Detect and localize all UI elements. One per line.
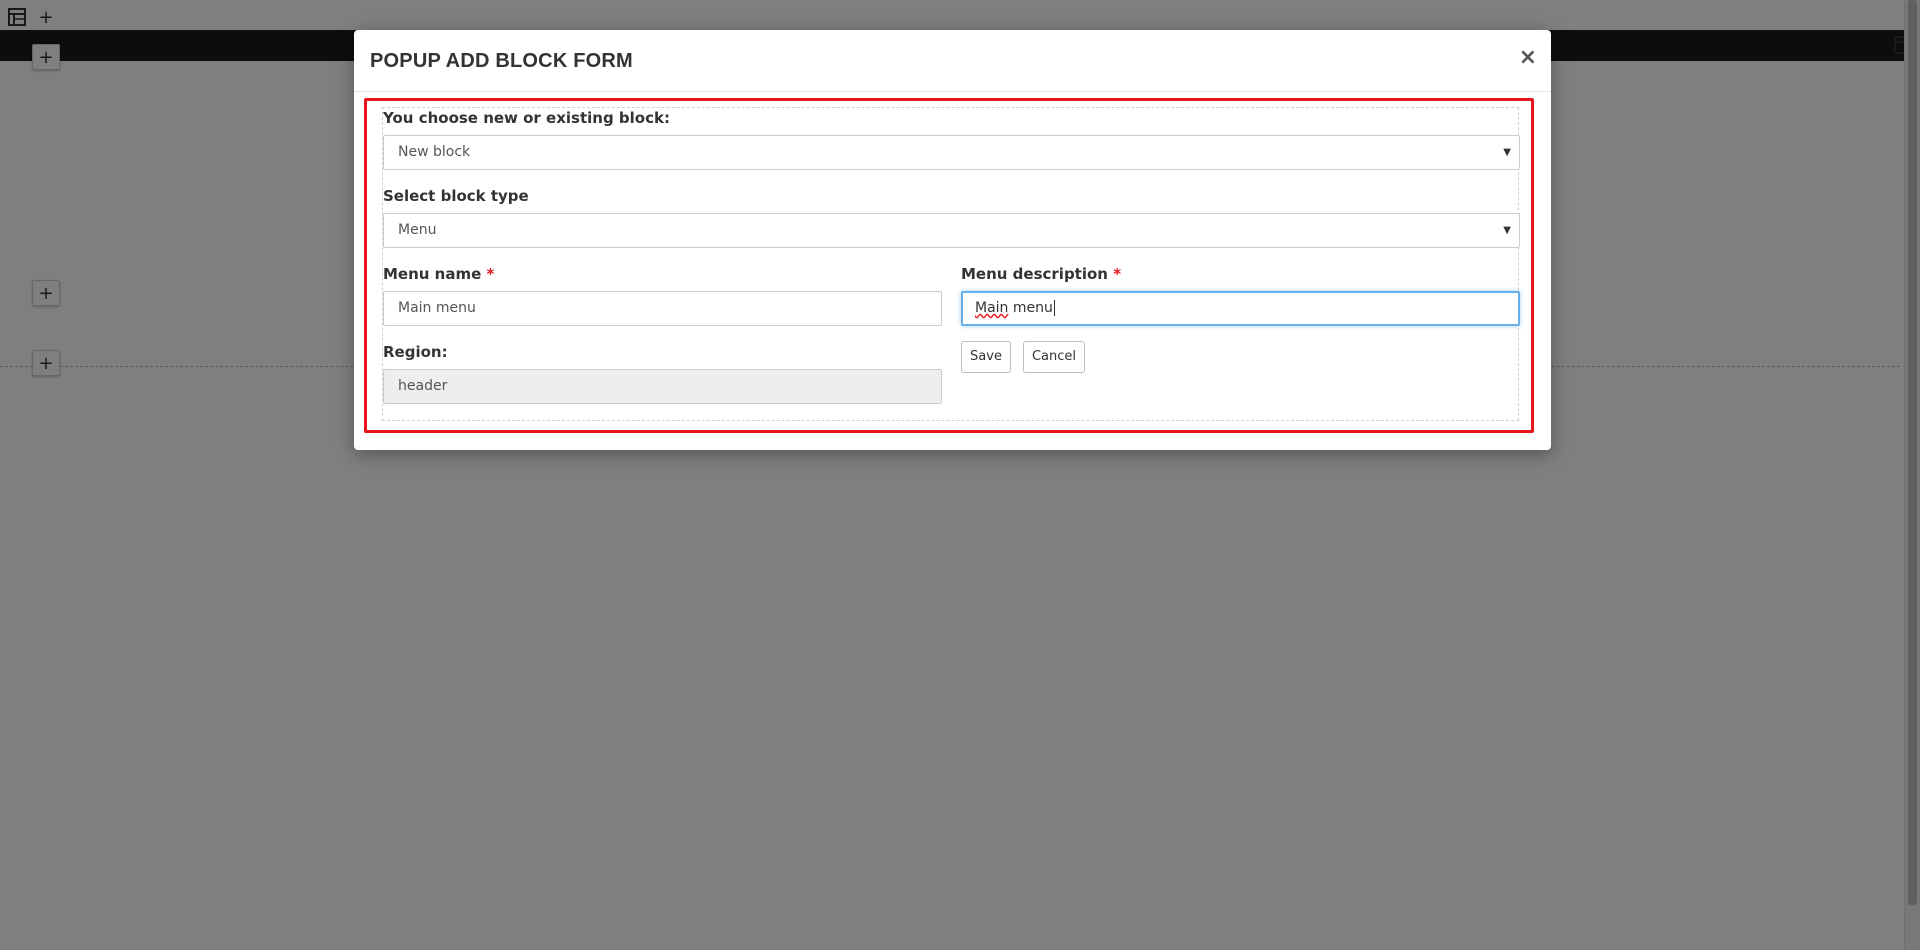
menu-description-input[interactable]: Main menu (961, 291, 1520, 326)
add-block-form: You choose new or existing block: New bl… (382, 107, 1520, 421)
region-label: Region: (383, 343, 448, 361)
block-type-select[interactable]: Menu ▼ (383, 213, 1520, 248)
block-choice-label: You choose new or existing block: (383, 109, 670, 127)
cancel-button[interactable]: Cancel (1023, 341, 1085, 373)
menu-name-label: Menu name * (383, 265, 494, 283)
region-value: header (398, 378, 448, 394)
add-block-modal: POPUP ADD BLOCK FORM × You choose new or… (354, 30, 1551, 450)
menu-name-label-text: Menu name (383, 265, 482, 283)
save-button[interactable]: Save (961, 341, 1011, 373)
close-icon[interactable]: × (1519, 46, 1537, 70)
menu-description-label-text: Menu description (961, 265, 1108, 283)
menu-description-label: Menu description * (961, 265, 1121, 283)
modal-title: POPUP ADD BLOCK FORM (370, 50, 633, 72)
block-type-selected: Menu (398, 222, 437, 238)
modal-header: POPUP ADD BLOCK FORM × (354, 30, 1551, 92)
menu-description-value-word2: menu (1012, 300, 1053, 316)
block-choice-select[interactable]: New block ▼ (383, 135, 1520, 170)
block-choice-selected: New block (398, 144, 471, 160)
required-marker: * (1113, 265, 1122, 283)
chevron-down-icon: ▼ (1503, 147, 1511, 158)
chevron-down-icon: ▼ (1503, 225, 1511, 236)
block-type-label: Select block type (383, 187, 529, 205)
region-input: header (383, 369, 942, 404)
menu-name-input[interactable]: Main menu (383, 291, 942, 326)
text-cursor (1053, 300, 1055, 316)
required-marker: * (486, 265, 495, 283)
menu-description-value-word1: Main (975, 300, 1009, 316)
menu-name-value: Main menu (398, 300, 476, 316)
